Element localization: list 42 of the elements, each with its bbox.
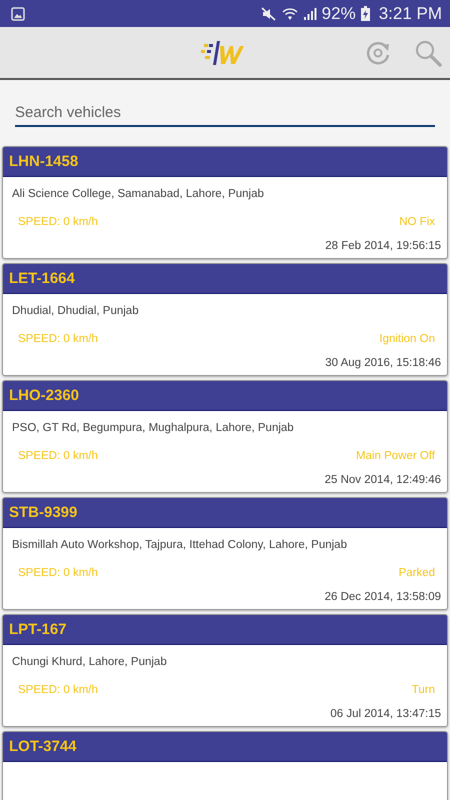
vehicle-card[interactable]: STB-9399 Bismillah Auto Workshop, Tajpura, Ittehad Colony, Lahore, Punjab SPEED: 0 km/h Parked 26 Dec 2014, 13:58:09 <box>2 497 448 610</box>
vehicle-address: Dhudial, Dhudial, Punjab <box>12 304 140 319</box>
clock: 3:21 PM <box>378 4 442 24</box>
image-icon <box>11 6 25 20</box>
vehicle-address: Bismillah Auto Workshop, Tajpura, Ittehad Colony, Lahore, Punjab <box>12 538 348 553</box>
speed-label: SPEED: 0 km/h <box>18 333 98 347</box>
vehicle-plate: LOT-3744 <box>9 738 77 755</box>
battery-icon <box>360 6 370 21</box>
search-icon[interactable] <box>414 39 442 67</box>
vehicle-plate: LPT-167 <box>9 621 67 638</box>
speed-label: SPEED: 0 km/h <box>18 216 98 230</box>
vehicle-card[interactable]: LET-1664 Dhudial, Dhudial, Punjab SPEED: 0 km/h Ignition On 30 Aug 2016, 15:18:46 <box>2 263 448 376</box>
vehicle-plate: LET-1664 <box>9 270 75 287</box>
refresh-icon[interactable] <box>364 39 392 67</box>
vehicle-address: Chungi Khurd, Lahore, Punjab <box>12 655 168 670</box>
speed-label: SPEED: 0 km/h <box>18 567 98 581</box>
speed-label: SPEED: 0 km/h <box>18 684 98 698</box>
status-label: Turn <box>412 684 435 698</box>
status-label: Parked <box>398 567 435 581</box>
timestamp: 28 Feb 2014, 19:56:15 <box>324 239 441 254</box>
status-label: Main Power Off <box>356 450 435 464</box>
search-field[interactable]: Search vehicles <box>15 102 435 127</box>
status-label: Ignition On <box>379 333 435 347</box>
vehicle-plate: STB-9399 <box>9 504 78 521</box>
vehicle-card[interactable]: LHO-2360 PSO, GT Rd, Begumpura, Mughalpura, Lahore, Punjab SPEED: 0 km/h Main Power Off 25 Nov 2014, 12:49:46 <box>2 380 448 493</box>
vehicle-card[interactable]: LHN-1458 Ali Science College, Samanabad, Lahore, Punjab SPEED: 0 km/h NO Fix 28 Feb 2014, 19:56:15 <box>2 146 448 259</box>
vehicle-address: PSO, GT Rd, Begumpura, Mughalpura, Lahore, Punjab <box>12 421 295 436</box>
timestamp: 25 Nov 2014, 12:49:46 <box>324 473 441 488</box>
vehicle-plate: LHN-1458 <box>9 153 78 170</box>
timestamp: 26 Dec 2014, 13:58:09 <box>324 590 441 605</box>
status-label: NO Fix <box>399 216 435 230</box>
vehicle-address: Ali Science College, Samanabad, Lahore, Punjab <box>12 187 265 202</box>
vehicle-card[interactable]: LPT-167 Chungi Khurd, Lahore, Punjab SPEED: 0 km/h Turn 06 Jul 2014, 13:47:15 <box>2 614 448 727</box>
timestamp: 30 Aug 2016, 15:18:46 <box>324 356 441 371</box>
speed-label: SPEED: 0 km/h <box>18 450 98 464</box>
vehicle-plate: LHO-2360 <box>9 387 80 404</box>
mute-icon <box>260 6 277 20</box>
vehicle-card[interactable]: LOT-3744 <box>2 731 448 800</box>
battery-level: 92% <box>322 4 356 24</box>
timestamp: 06 Jul 2014, 13:47:15 <box>329 707 441 722</box>
signal-icon <box>302 6 317 20</box>
wifi-icon <box>282 6 298 22</box>
